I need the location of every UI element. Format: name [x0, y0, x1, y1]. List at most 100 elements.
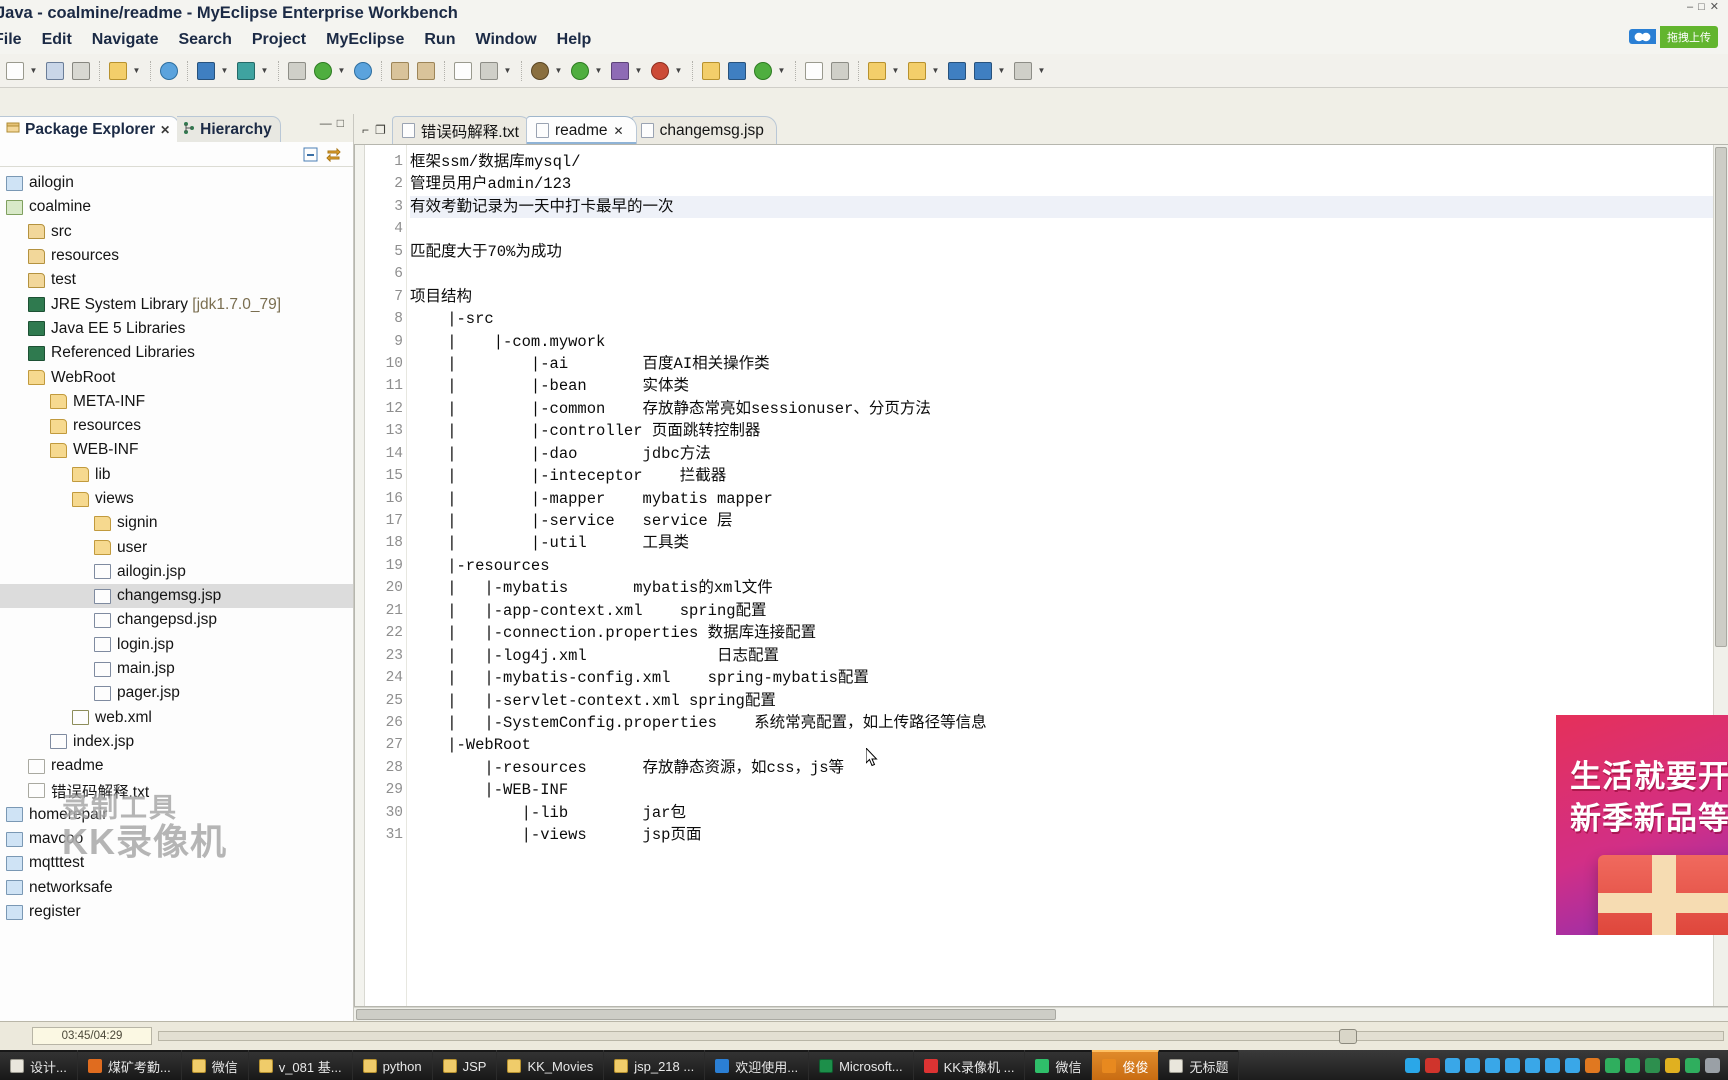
deploy-button[interactable]	[195, 60, 217, 82]
code-line[interactable]: | |-ai 百度AI相关操作类	[410, 353, 1728, 375]
main-toolbar[interactable]: ▼ ▼ ▼ ▼ ▼ ▼ ▼ ▼ ▼ ▼ ▼ ▼ ▼ ▼ ▼	[0, 54, 1728, 88]
editor-view-buttons[interactable]: ⌐ ❐	[360, 116, 392, 144]
code-line[interactable]: | |-common 存放静态常亮如sessionuser、分页方法	[410, 398, 1728, 420]
taskbar-button[interactable]: 微信	[181, 1050, 249, 1080]
tree-item[interactable]: mavcoo	[0, 827, 353, 851]
playback-seek-knob[interactable]	[1339, 1029, 1357, 1044]
code-line[interactable]: | |-service service 层	[410, 510, 1728, 532]
taskbar-button[interactable]: JSP	[432, 1050, 498, 1080]
tree-item[interactable]: WEB-INF	[0, 438, 353, 462]
run-dropdown-arrow[interactable]: ▼	[593, 60, 604, 82]
code-line[interactable]	[410, 218, 1728, 240]
run-button[interactable]	[569, 60, 591, 82]
new-wizard-dropdown-arrow[interactable]: ▼	[28, 60, 39, 82]
tree-item[interactable]: 错误码解释.txt	[0, 778, 353, 802]
new-wizard-button[interactable]	[4, 60, 26, 82]
menu-help[interactable]: Help	[547, 31, 602, 49]
code-line[interactable]: | |-bean 实体类	[410, 375, 1728, 397]
popup-advertisement[interactable]: 爱淘宝 生活就要开 新季新品等 du 立即抢购 360浏览器广告	[1410, 648, 1728, 935]
history-dropdown-arrow[interactable]: ▼	[1036, 60, 1047, 82]
collapse-all-button[interactable]	[303, 147, 318, 162]
tree-item[interactable]: test	[0, 268, 353, 292]
import-button[interactable]	[389, 60, 411, 82]
view-maximize-button[interactable]: □	[337, 116, 349, 130]
code-line[interactable]: | |-connection.properties 数据库连接配置	[410, 622, 1728, 644]
tree-item[interactable]: META-INF	[0, 390, 353, 414]
taskbar-button[interactable]: python	[352, 1050, 433, 1080]
editor-vscroll-thumb[interactable]	[1715, 147, 1727, 647]
taskbar-button[interactable]: 设计...	[0, 1050, 78, 1080]
code-line[interactable]: 项目结构	[410, 286, 1728, 308]
view-tab-bar[interactable]: Package Explorer ✕ Hierarchy —□	[0, 114, 353, 142]
tray-icon-plus[interactable]	[1665, 1057, 1680, 1073]
tray-icon-star-6[interactable]	[1545, 1057, 1560, 1073]
editor-tab-bar[interactable]: ⌐ ❐ 错误码解释.txt readme ✕ changemsg.jsp	[354, 114, 1728, 144]
close-icon[interactable]: ✕	[614, 124, 624, 138]
tab-package-explorer[interactable]: Package Explorer ✕	[0, 116, 180, 142]
open-type-button[interactable]	[803, 60, 825, 82]
quick-access-button[interactable]	[478, 60, 500, 82]
new-interface-dropdown-arrow[interactable]: ▼	[776, 60, 787, 82]
menu-bar[interactable]: File Edit Navigate Search Project MyEcli…	[0, 26, 1728, 54]
tree-item[interactable]: main.jsp	[0, 657, 353, 681]
tree-item[interactable]: src	[0, 220, 353, 244]
window-controls[interactable]: –□✕	[1687, 0, 1724, 13]
forward-button[interactable]	[972, 60, 994, 82]
ad-content[interactable]: 爱淘宝 生活就要开 新季新品等 du 立即抢购 360浏览器广告	[1556, 715, 1728, 935]
servers-dropdown-arrow[interactable]: ▼	[259, 60, 270, 82]
menu-search[interactable]: Search	[168, 31, 241, 49]
tree-item[interactable]: views	[0, 487, 353, 511]
tray-icon-show-desktop[interactable]	[1705, 1057, 1720, 1073]
tree-item[interactable]: ailogin.jsp	[0, 560, 353, 584]
menu-edit[interactable]: Edit	[32, 31, 82, 49]
export-button[interactable]	[415, 60, 437, 82]
run-external-tools-button[interactable]	[609, 60, 631, 82]
tray-icon-kk-recorder[interactable]	[1425, 1057, 1440, 1073]
tree-item[interactable]: ailogin	[0, 171, 353, 195]
package-explorer-toolbar[interactable]	[0, 142, 353, 167]
tree-item[interactable]: changepsd.jsp	[0, 608, 353, 632]
editor-restore-icon[interactable]: ⌐	[362, 123, 369, 137]
debug-dropdown-arrow[interactable]: ▼	[553, 60, 564, 82]
next-annotation-dropdown-arrow[interactable]: ▼	[890, 60, 901, 82]
taskbar-button[interactable]: 俊俊	[1092, 1050, 1160, 1080]
link-with-editor-button[interactable]	[326, 147, 341, 162]
tree-item[interactable]: Java EE 5 Libraries	[0, 317, 353, 341]
code-line[interactable]: | |-mybatis mybatis的xml文件	[410, 577, 1728, 599]
myeclipse-web-browser-button[interactable]	[158, 60, 180, 82]
tray-icon-update-2[interactable]	[1625, 1057, 1640, 1073]
tree-item[interactable]: lib	[0, 463, 353, 487]
playback-seek-track[interactable]	[158, 1029, 1724, 1044]
open-browser-button[interactable]	[352, 60, 374, 82]
tray-icon-star-5[interactable]	[1525, 1057, 1540, 1073]
tree-item[interactable]: web.xml	[0, 706, 353, 730]
tray-icon-shield[interactable]	[1645, 1057, 1660, 1073]
menu-file[interactable]: File	[0, 31, 32, 49]
deploy-dropdown-arrow[interactable]: ▼	[219, 60, 230, 82]
editor-horizontal-scrollbar[interactable]	[354, 1007, 1728, 1021]
profile-dropdown-arrow[interactable]: ▼	[673, 60, 684, 82]
tree-item[interactable]: networksafe	[0, 876, 353, 900]
tree-item[interactable]: resources	[0, 414, 353, 438]
menu-myeclipse[interactable]: MyEclipse	[316, 31, 414, 49]
project-tree[interactable]: ailogin coalmine src resources test JRE Syste…	[0, 167, 353, 1021]
previous-annotation-dropdown-arrow[interactable]: ▼	[930, 60, 941, 82]
tree-item[interactable]: coalmine	[0, 195, 353, 219]
tab-hierarchy[interactable]: Hierarchy	[177, 116, 281, 142]
code-line[interactable]: | |-mapper mybatis mapper	[410, 488, 1728, 510]
menu-window[interactable]: Window	[465, 31, 546, 49]
tray-icon-star-2[interactable]	[1465, 1057, 1480, 1073]
code-line[interactable]: |-src	[410, 308, 1728, 330]
history-button[interactable]	[1012, 60, 1034, 82]
drag-upload-label[interactable]: 拖拽上传	[1660, 25, 1718, 48]
run-server-dropdown-arrow[interactable]: ▼	[336, 60, 347, 82]
back-button[interactable]	[946, 60, 968, 82]
tree-item[interactable]: signin	[0, 511, 353, 535]
drag-upload-widget[interactable]: 拖拽上传	[1629, 25, 1718, 48]
previous-annotation-button[interactable]	[906, 60, 928, 82]
code-line[interactable]: 框架ssm/数据库mysql/	[410, 151, 1728, 173]
tray-icon-star-1[interactable]	[1445, 1057, 1460, 1073]
tray-icon-star-3[interactable]	[1485, 1057, 1500, 1073]
new-java-package-button[interactable]	[700, 60, 722, 82]
taskbar-button[interactable]: KK_Movies	[497, 1050, 605, 1080]
